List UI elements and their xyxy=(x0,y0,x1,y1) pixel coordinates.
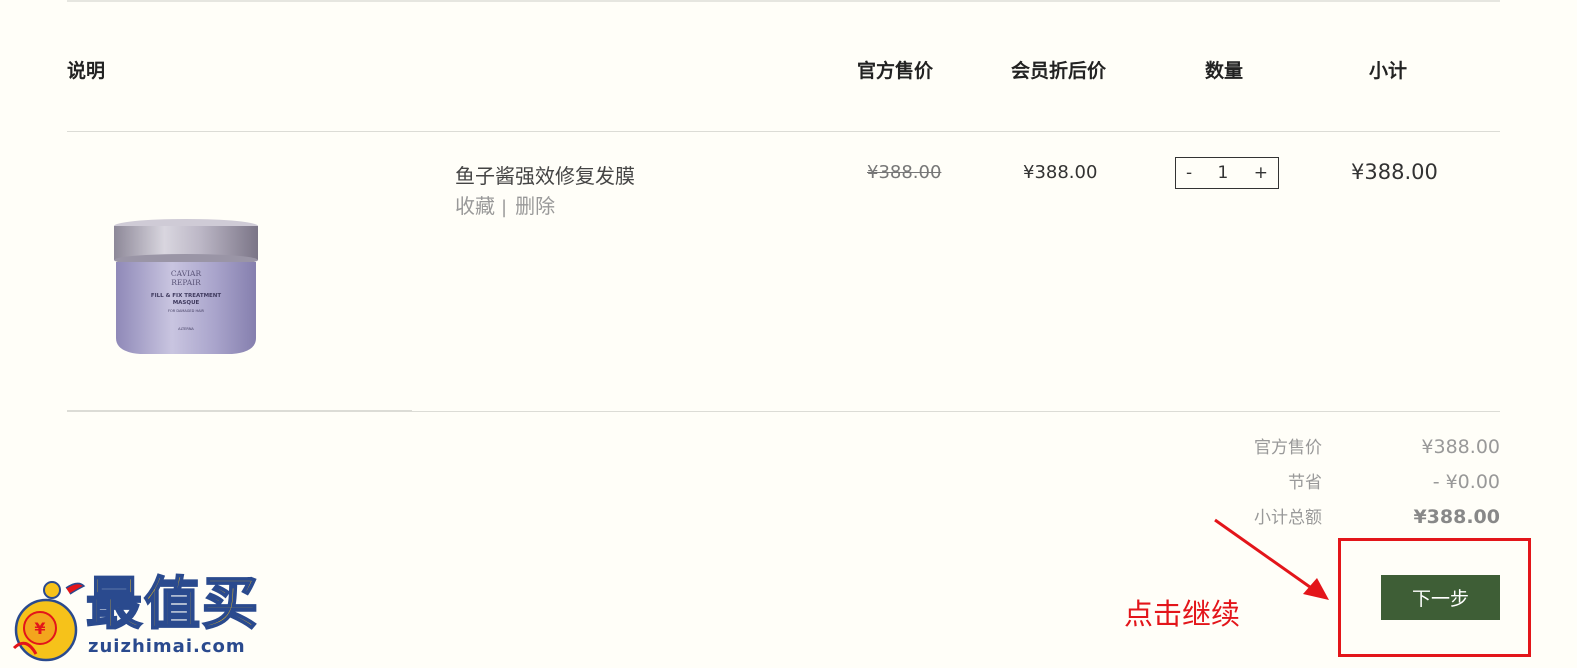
jar-label-line1: CAVIAR xyxy=(171,269,202,278)
summary-savings-value: - ¥0.00 xyxy=(1432,471,1500,493)
column-header-subtotal: 小计 xyxy=(1369,60,1408,82)
summary-total-value: ¥388.00 xyxy=(1413,506,1500,528)
svg-text:¥: ¥ xyxy=(34,619,45,638)
summary-msrp-label: 官方售价 xyxy=(1254,438,1322,458)
column-header-quantity: 数量 xyxy=(1205,60,1244,82)
summary-msrp-value: ¥388.00 xyxy=(1421,436,1500,458)
summary-savings-label: 节省 xyxy=(1288,473,1322,493)
item-subtotal: ¥388.00 xyxy=(1351,160,1438,184)
jar-label-line5: FOR DAMAGED HAIR xyxy=(168,309,204,313)
item-actions: 收藏 | 删除 xyxy=(455,190,555,219)
cart-item-row: CAVIAR REPAIR FILL & FIX TREATMENT MASQU… xyxy=(67,132,1500,412)
summary-row-savings: 节省 - ¥0.00 xyxy=(1240,468,1500,503)
product-thumbnail[interactable]: CAVIAR REPAIR FILL & FIX TREATMENT MASQU… xyxy=(110,218,262,358)
column-header-msrp: 官方售价 xyxy=(857,60,934,82)
watermark-url: zuizhimai.com xyxy=(88,636,246,657)
item-member-price: ¥388.00 xyxy=(1023,162,1098,183)
jar-label-line3: FILL & FIX TREATMENT xyxy=(151,293,222,299)
quantity-increment-button[interactable]: + xyxy=(1254,163,1268,183)
quantity-stepper: - 1 + xyxy=(1175,157,1279,189)
column-header-member-price: 会员折后价 xyxy=(1011,60,1107,82)
arrow-shaft xyxy=(1214,518,1318,594)
watermark: ¥ 最值买 zuizhimai.com xyxy=(6,572,296,664)
annotation-text: 点击继续 xyxy=(1124,597,1241,631)
action-separator: | xyxy=(501,197,508,218)
summary-row-msrp: 官方售价 ¥388.00 xyxy=(1240,433,1500,468)
cart-table-header: 说明 官方售价 会员折后价 数量 小计 xyxy=(67,0,1500,132)
column-header-description: 说明 xyxy=(67,60,106,82)
next-step-button[interactable]: 下一步 xyxy=(1381,575,1500,620)
item-msrp-price: ¥388.00 xyxy=(867,162,942,183)
product-name-link[interactable]: 鱼子酱强效修复发膜 xyxy=(455,160,635,189)
jar-label-line2: REPAIR xyxy=(171,278,201,287)
arrow-head xyxy=(1303,578,1329,600)
favorite-link[interactable]: 收藏 xyxy=(455,194,495,218)
jar-label-line4: MASQUE xyxy=(173,300,200,306)
gourd-logo-icon: ¥ xyxy=(12,581,86,662)
jar-label-line6: ALTERNA xyxy=(178,327,194,331)
quantity-input[interactable]: 1 xyxy=(1218,163,1229,183)
quantity-decrement-button[interactable]: - xyxy=(1186,163,1192,183)
section-divider xyxy=(67,410,412,411)
watermark-title: 最值买 xyxy=(85,572,260,637)
delete-link[interactable]: 删除 xyxy=(515,194,555,218)
